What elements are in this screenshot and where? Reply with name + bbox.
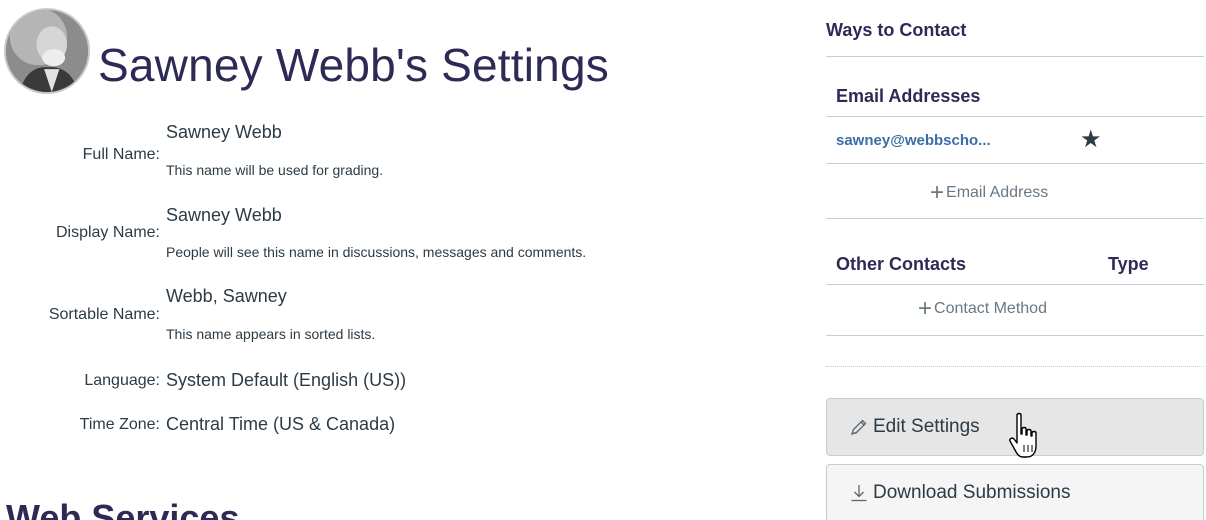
add-email-label: Email Address (946, 184, 1049, 201)
web-services-title: Web Services (6, 497, 240, 520)
full-name-hint: This name will be used for grading. (166, 162, 384, 178)
email-addresses-heading: Email Addresses (836, 86, 981, 106)
full-name-label: Full Name: (82, 146, 160, 163)
download-submissions-label: Download Submissions (873, 482, 1071, 503)
time-zone-value: Central Time (US & Canada) (166, 414, 396, 434)
display-name-label: Display Name: (55, 224, 160, 241)
full-name-value: Sawney Webb (166, 122, 282, 142)
plus-icon: + (918, 295, 933, 322)
hand-pointer-cursor-icon (1008, 412, 1040, 464)
star-icon[interactable]: ★ (1080, 128, 1102, 152)
dotted-divider (826, 366, 1204, 367)
email-address-link[interactable]: sawney@webbscho... (836, 132, 991, 149)
divider (826, 284, 1204, 285)
pencil-icon (849, 417, 869, 437)
divider (826, 335, 1204, 336)
sortable-name-hint: This name appears in sorted lists. (166, 326, 376, 342)
avatar (4, 8, 90, 94)
add-contact-label: Contact Method (934, 300, 1047, 317)
sortable-name-label: Sortable Name: (48, 306, 160, 323)
divider (826, 116, 1204, 117)
other-contacts-heading: Other Contacts (836, 254, 967, 274)
page-title: Sawney Webb's Settings (98, 39, 609, 91)
display-name-hint: People will see this name in discussions… (166, 244, 587, 260)
ways-to-contact-heading: Ways to Contact (826, 20, 967, 40)
add-contact-method-link[interactable]: + Contact Method (918, 295, 1047, 322)
language-value: System Default (English (US)) (166, 370, 407, 390)
type-column-heading: Type (1108, 254, 1149, 274)
divider (826, 218, 1204, 219)
plus-icon: + (930, 179, 945, 206)
add-email-address-link[interactable]: + Email Address (930, 179, 1049, 206)
download-submissions-button[interactable]: Download Submissions (826, 464, 1204, 520)
edit-settings-label: Edit Settings (873, 416, 980, 437)
sortable-name-value: Webb, Sawney (166, 286, 287, 306)
divider (826, 56, 1204, 57)
download-icon (849, 483, 869, 503)
user-portrait-avatar-icon (6, 10, 88, 92)
display-name-value: Sawney Webb (166, 205, 282, 225)
divider (826, 163, 1204, 164)
time-zone-label: Time Zone: (79, 416, 160, 433)
language-label: Language: (84, 372, 160, 389)
